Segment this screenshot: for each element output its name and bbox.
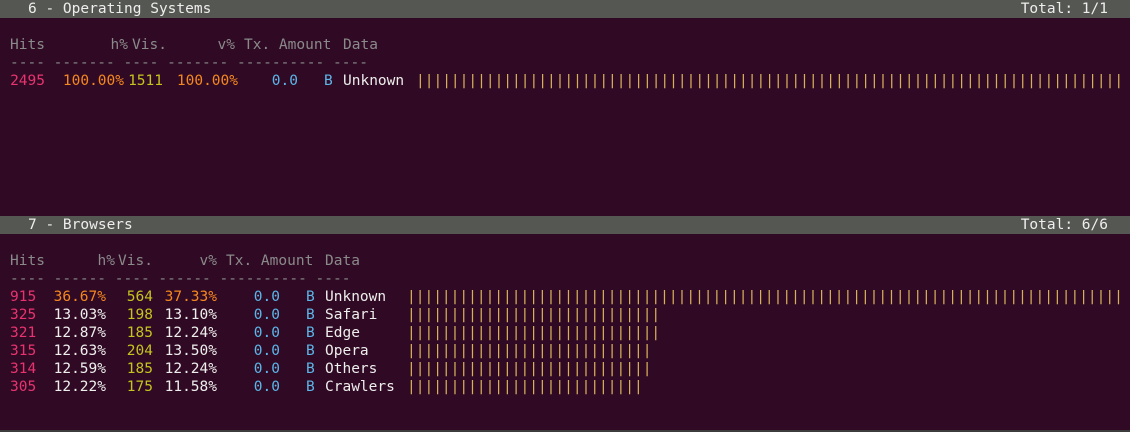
row-visitors: 185 — [126, 325, 153, 341]
row-bar: ||||||||||||||||||||||||||||| — [407, 307, 661, 323]
row-visitors-percent: 13.50% — [164, 343, 217, 359]
panel-total: Total: 6/6 — [1020, 217, 1108, 233]
row-hits-percent: 12.22% — [53, 379, 106, 395]
column-separator: ---- ------ ---- ------ ---------- ---- — [10, 271, 351, 287]
row-visitors: 198 — [126, 307, 153, 323]
table-row[interactable]: 915 36.67% 564 37.33% 0.0 B Unknown |||||||||||… — [10, 288, 1130, 306]
row-bar: |||||||||||||||||||||||||||| — [407, 361, 652, 377]
row-visitors-percent: 13.10% — [164, 307, 217, 323]
row-unit: B — [306, 325, 315, 341]
row-amount: 0.0 — [253, 289, 280, 305]
row-unit: B — [306, 289, 315, 305]
row-unit: B — [306, 379, 315, 395]
row-unit: B — [324, 73, 333, 89]
row-hits: 321 — [10, 325, 37, 341]
col-tx-header: Tx. Amount — [244, 37, 332, 53]
table-row[interactable]: 305 12.22% 175 11.58% 0.0 B Crawlers ||||||||||… — [10, 378, 1130, 396]
row-label: Crawlers — [325, 379, 395, 395]
row-visitors: 204 — [126, 343, 153, 359]
col-hits-header: Hits — [10, 37, 45, 53]
row-hits-percent: 12.87% — [53, 325, 106, 341]
row-label: Unknown — [325, 289, 387, 305]
row-hits: 325 — [10, 307, 37, 323]
row-label: Safari — [325, 307, 378, 323]
row-visitors: 185 — [126, 361, 153, 377]
row-unit: B — [306, 361, 315, 377]
row-label: Unknown — [343, 73, 405, 89]
row-visitors-percent: 12.24% — [164, 325, 217, 341]
col-vpct-header: v% — [217, 37, 235, 53]
table-row[interactable]: 314 12.59% 185 12.24% 0.0 B Others ||||||||||||… — [10, 360, 1130, 378]
panel-title: 7 - Browsers — [28, 217, 133, 233]
row-bar: ||||||||||||||||||||||||||| — [407, 379, 643, 395]
terminal-window: 6 - Operating Systems Total: 1/1 Hits h%… — [0, 0, 1130, 432]
row-hits-percent: 12.63% — [53, 343, 106, 359]
row-amount: 0.0 — [271, 73, 298, 89]
col-tx-header: Tx. Amount — [226, 253, 314, 269]
row-visitors: 1511 — [128, 73, 163, 89]
col-data-header: Data — [325, 253, 360, 269]
row-hits: 2495 — [10, 73, 45, 89]
row-hits-percent: 13.03% — [53, 307, 106, 323]
row-visitors-percent: 37.33% — [164, 289, 217, 305]
row-bar: ||||||||||||||||||||||||||||||||||||||||… — [416, 73, 1124, 89]
column-separator: ---- ------- ---- ------- ---------- ---… — [10, 55, 368, 71]
row-hits: 915 — [10, 289, 37, 305]
row-amount: 0.0 — [253, 343, 280, 359]
panel-header-browsers[interactable]: 7 - Browsers Total: 6/6 — [0, 216, 1130, 234]
col-data-header: Data — [343, 37, 378, 53]
col-hpct-header: h% — [110, 37, 128, 53]
panel-title: 6 - Operating Systems — [28, 1, 212, 17]
row-hits: 305 — [10, 379, 37, 395]
row-hits-percent: 36.67% — [53, 289, 106, 305]
row-amount: 0.0 — [253, 325, 280, 341]
col-hits-header: Hits — [10, 253, 45, 269]
panel-header-operating-systems[interactable]: 6 - Operating Systems Total: 1/1 — [0, 0, 1130, 18]
table-row[interactable]: 325 13.03% 198 13.10% 0.0 B Safari ||||||||||||… — [10, 306, 1130, 324]
col-hpct-header: h% — [97, 253, 115, 269]
col-vpct-header: v% — [199, 253, 217, 269]
row-visitors-percent: 100.00% — [176, 73, 238, 89]
row-hits: 315 — [10, 343, 37, 359]
row-amount: 0.0 — [253, 379, 280, 395]
row-label: Others — [325, 361, 378, 377]
row-bar: |||||||||||||||||||||||||||| — [407, 343, 652, 359]
row-unit: B — [306, 307, 315, 323]
row-hits-percent: 12.59% — [53, 361, 106, 377]
row-label: Opera — [325, 343, 369, 359]
row-bar: ||||||||||||||||||||||||||||||||||||||||… — [407, 289, 1123, 305]
row-visitors-percent: 11.58% — [164, 379, 217, 395]
row-amount: 0.0 — [253, 361, 280, 377]
column-headers: Hits h% Vis. v% Tx. Amount Data — [10, 252, 1120, 270]
row-unit: B — [306, 343, 315, 359]
table-row[interactable]: 2495 100.00% 1511 100.00% 0.0 B Unknown … — [10, 72, 1130, 90]
column-headers: Hits h% Vis. v% Tx. Amount Data — [10, 36, 1120, 54]
row-visitors: 564 — [126, 289, 153, 305]
row-label: Edge — [325, 325, 360, 341]
table-row[interactable]: 315 12.63% 204 13.50% 0.0 B Opera |||||||||||||… — [10, 342, 1130, 360]
col-vis-header: Vis. — [118, 253, 153, 269]
row-visitors-percent: 12.24% — [164, 361, 217, 377]
row-hits-percent: 100.00% — [62, 73, 124, 89]
row-hits: 314 — [10, 361, 37, 377]
table-row[interactable]: 321 12.87% 185 12.24% 0.0 B Edge ||||||||||||||… — [10, 324, 1130, 342]
col-vis-header: Vis. — [132, 37, 167, 53]
row-visitors: 175 — [126, 379, 153, 395]
row-amount: 0.0 — [253, 307, 280, 323]
panel-total: Total: 1/1 — [1020, 1, 1108, 17]
row-bar: ||||||||||||||||||||||||||||| — [407, 325, 661, 341]
